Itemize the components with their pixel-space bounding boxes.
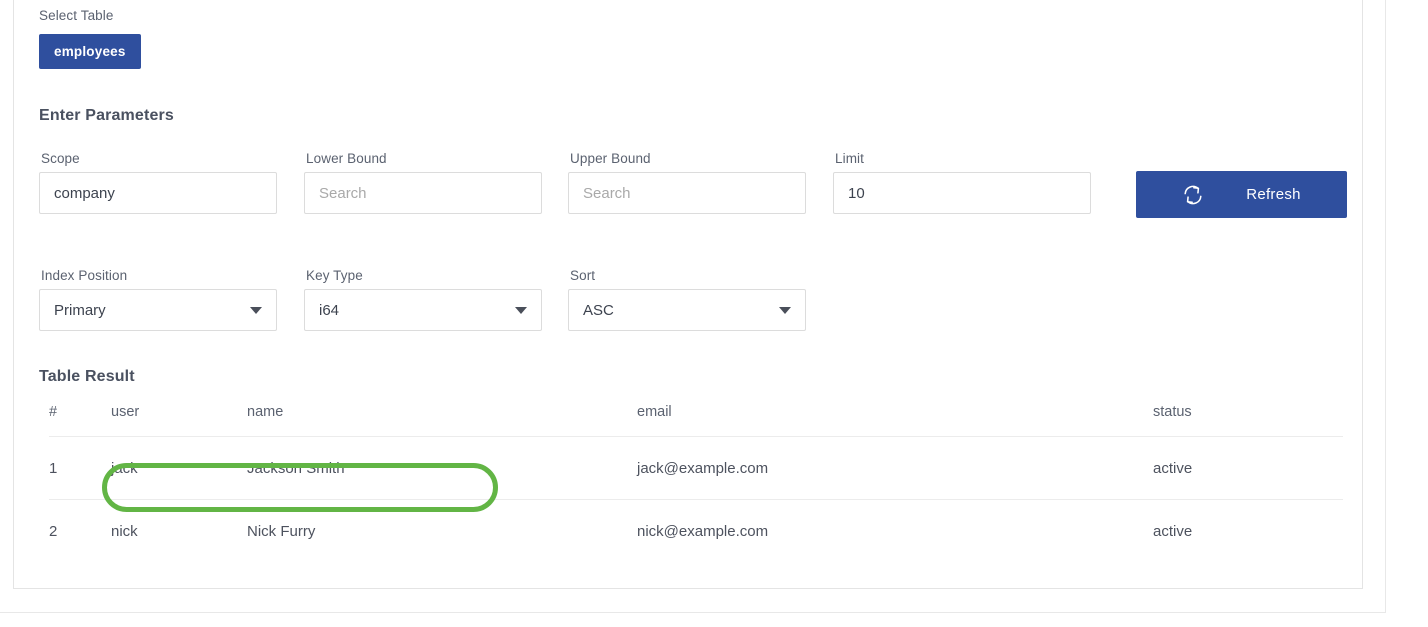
- select-table-label: Select Table: [39, 8, 114, 23]
- query-builder-page: Select Table employees Enter Parameters …: [0, 0, 1428, 627]
- refresh-icon: [1182, 184, 1204, 206]
- query-builder-card: Select Table employees Enter Parameters …: [13, 0, 1363, 589]
- limit-input[interactable]: [833, 172, 1091, 214]
- cell-user: nick: [111, 522, 138, 540]
- cell-name: Jackson Smith: [247, 436, 637, 500]
- sort-select-value[interactable]: ASC: [568, 289, 806, 331]
- table-chip-employees[interactable]: employees: [39, 34, 141, 69]
- cell-name: Nick Furry: [247, 522, 316, 540]
- field-index-position-label: Index Position: [41, 268, 128, 283]
- enter-parameters-title: Enter Parameters: [39, 107, 174, 124]
- sort-select[interactable]: ASC: [568, 289, 806, 331]
- field-lower-bound-label: Lower Bound: [306, 151, 387, 166]
- refresh-button-label: Refresh: [1246, 186, 1301, 203]
- key-type-select[interactable]: i64: [304, 289, 542, 331]
- table-result-title: Table Result: [39, 368, 135, 385]
- table-row[interactable]: 2 nick Nick Furry nick@example.com activ…: [49, 500, 1343, 563]
- upper-bound-input[interactable]: [568, 172, 806, 214]
- card-content: Select Table employees Enter Parameters …: [39, 0, 1347, 588]
- refresh-button[interactable]: Refresh: [1136, 171, 1347, 218]
- field-upper-bound-label: Upper Bound: [570, 151, 651, 166]
- field-scope-label: Scope: [41, 151, 80, 166]
- cell-index: 2: [49, 522, 58, 540]
- field-limit-label: Limit: [835, 151, 865, 166]
- cell-index: 1: [49, 436, 111, 500]
- column-header-user: user: [111, 404, 247, 437]
- column-header-index: #: [49, 404, 111, 437]
- table-row[interactable]: 1 jack Jackson Smith jack@example.com ac…: [49, 436, 1343, 500]
- cell-email: jack@example.com: [637, 436, 1153, 500]
- column-header-status: status: [1153, 404, 1343, 437]
- cell-email: nick@example.com: [637, 522, 769, 540]
- field-sort-label: Sort: [570, 268, 596, 283]
- cell-status: active: [1153, 522, 1193, 540]
- lower-bound-input[interactable]: [304, 172, 542, 214]
- column-header-name: name: [247, 404, 637, 437]
- column-header-email: email: [637, 404, 1153, 437]
- index-position-select[interactable]: Primary: [39, 289, 277, 331]
- cell-user: jack: [111, 436, 247, 500]
- cell-status: active: [1153, 436, 1343, 500]
- index-position-select-value[interactable]: Primary: [39, 289, 277, 331]
- scope-input[interactable]: [39, 172, 277, 214]
- key-type-select-value[interactable]: i64: [304, 289, 542, 331]
- result-table: # user name email status 1 jack Jackson …: [49, 404, 1343, 562]
- table-header-row: # user name email status: [49, 404, 1343, 437]
- field-key-type-label: Key Type: [306, 268, 363, 283]
